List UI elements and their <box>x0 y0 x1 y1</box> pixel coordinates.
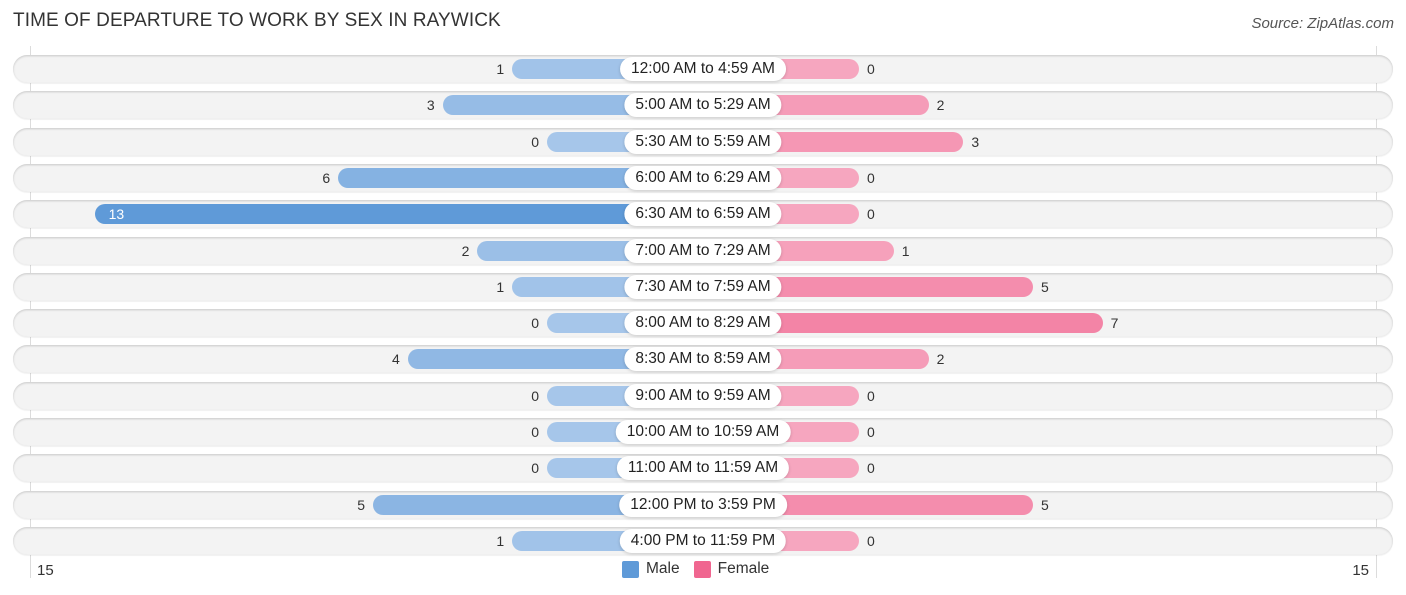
value-label-male: 1 <box>496 61 505 77</box>
value-label-male: 1 <box>496 532 505 549</box>
legend-item-male[interactable]: Male <box>622 560 680 578</box>
value-label-female: 1 <box>901 242 910 259</box>
axis-label-right: 15 <box>1352 562 1369 579</box>
category-label: 9:00 AM to 9:59 AM <box>624 383 782 408</box>
category-label: 6:30 AM to 6:59 AM <box>624 202 782 227</box>
category-label: 4:00 PM to 11:59 PM <box>619 528 787 553</box>
value-label-female: 0 <box>867 169 875 186</box>
value-label-male: 0 <box>531 424 539 440</box>
value-label-female: 2 <box>936 351 945 368</box>
value-label-male: 4 <box>392 351 400 368</box>
value-label-female: 3 <box>971 133 980 150</box>
value-label-male: 0 <box>531 133 539 150</box>
value-label-female: 0 <box>867 387 875 404</box>
category-label: 7:00 AM to 7:29 AM <box>624 238 782 263</box>
category-label: 5:00 AM to 5:29 AM <box>624 93 782 118</box>
value-label-male: 1 <box>496 278 505 295</box>
value-label-female: 0 <box>867 61 875 77</box>
axis-label-left: 15 <box>37 562 54 579</box>
legend-label-male: Male <box>646 560 680 577</box>
value-label-female: 7 <box>1110 315 1119 332</box>
value-label-male: 0 <box>531 460 539 477</box>
value-label-male: 0 <box>531 315 539 332</box>
category-label: 7:30 AM to 7:59 AM <box>624 274 782 299</box>
value-label-female: 0 <box>867 460 875 477</box>
legend-label-female: Female <box>717 560 770 577</box>
category-label: 5:30 AM to 5:59 AM <box>624 129 782 154</box>
category-label: 12:00 PM to 3:59 PM <box>619 492 787 517</box>
value-label-female: 0 <box>867 532 875 549</box>
value-label-female: 2 <box>936 97 945 114</box>
value-label-female: 0 <box>867 206 875 223</box>
legend-swatch-female <box>693 560 711 578</box>
source-label: Source: ZipAtlas.com <box>1251 15 1394 32</box>
value-label-male: 2 <box>461 242 470 259</box>
category-label: 8:00 AM to 8:29 AM <box>624 311 782 336</box>
category-label: 6:00 AM to 6:29 AM <box>624 165 782 190</box>
legend-item-female[interactable]: Female <box>693 560 770 578</box>
legend-swatch-male <box>622 560 639 578</box>
value-label-male: 6 <box>322 169 331 186</box>
value-label-female: 5 <box>1041 278 1049 295</box>
category-label: 12:00 AM to 4:59 AM <box>620 57 786 81</box>
value-label-female: 0 <box>867 424 875 440</box>
legend: Male Female <box>622 560 783 578</box>
value-label-male: 3 <box>426 97 435 114</box>
value-label-male: 0 <box>531 387 539 404</box>
value-label-male: 13 <box>108 206 125 223</box>
category-label: 8:30 AM to 8:59 AM <box>624 347 782 372</box>
chart-title: TIME OF DEPARTURE TO WORK BY SEX IN RAYW… <box>13 10 501 31</box>
value-label-male: 5 <box>357 496 365 513</box>
bar-male[interactable] <box>94 204 703 225</box>
category-label: 10:00 AM to 10:59 AM <box>615 420 791 444</box>
value-label-female: 5 <box>1041 496 1049 513</box>
category-label: 11:00 AM to 11:59 AM <box>616 456 790 481</box>
